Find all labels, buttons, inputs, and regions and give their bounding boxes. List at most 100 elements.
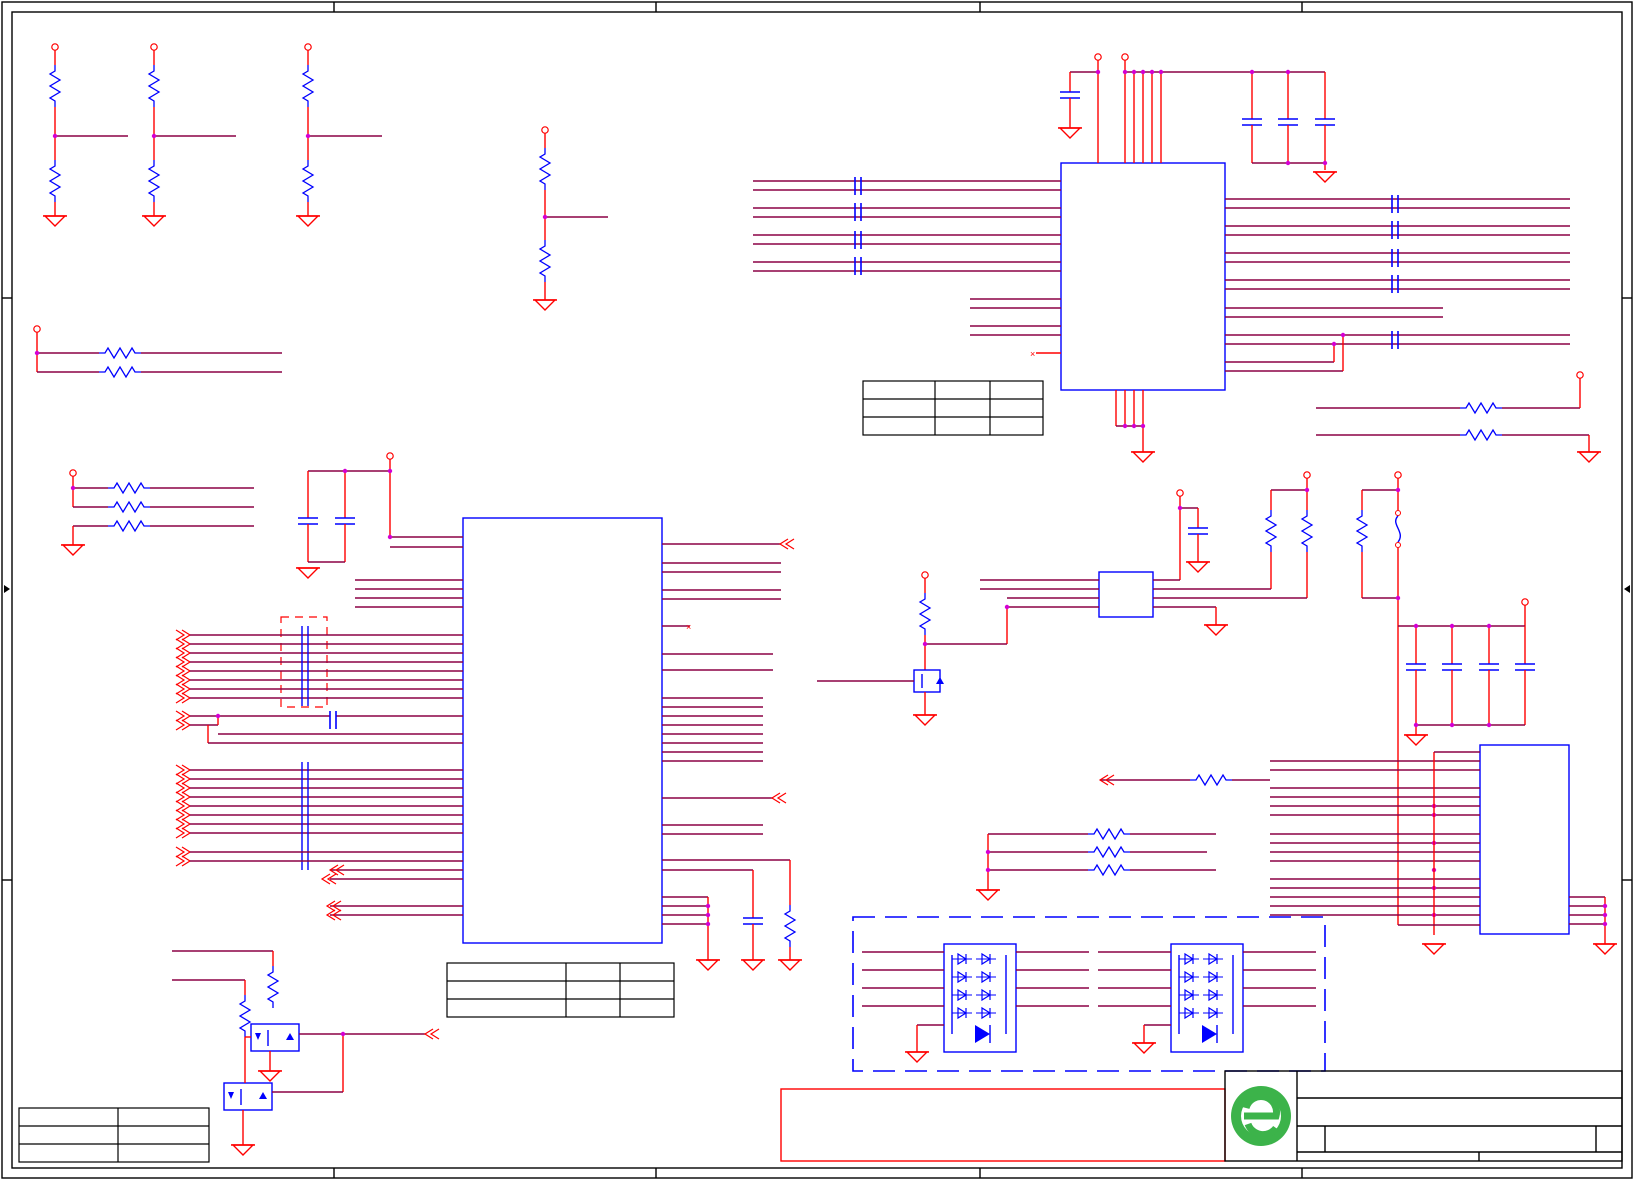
resistor-icon (919, 592, 931, 636)
capacitor-icon (329, 710, 337, 730)
capacitor-icon (1187, 527, 1209, 535)
resistor-icon (1087, 864, 1131, 876)
u1-right-nets: × (662, 538, 803, 971)
offpage-connector-icon (175, 764, 191, 776)
capacitor-icon (334, 517, 356, 525)
capacitor-icon (854, 256, 862, 276)
ground-icon (1130, 451, 1156, 463)
offpage-connector-icon (779, 538, 795, 550)
ground-icon (1185, 561, 1211, 573)
ground-icon (532, 299, 558, 311)
mosfet-switch (817, 571, 944, 726)
power-port-icon (150, 43, 158, 51)
pullup-resistor-pair (33, 325, 282, 378)
ground-icon (42, 215, 68, 227)
power-port-icon (1394, 471, 1402, 479)
ground-icon (1592, 943, 1618, 955)
offpage-connector-icon (424, 1028, 440, 1040)
resistor-icon (148, 64, 160, 108)
u2-bottom-ground (1115, 390, 1156, 463)
power-port-icon (1576, 371, 1584, 379)
offpage-connector-icon (175, 719, 191, 731)
offpage-connector-icon (175, 855, 191, 867)
u2-left-nets: × (753, 176, 1061, 359)
right-pull-resistors (1316, 371, 1602, 463)
junction-dot (215, 713, 221, 719)
resistor-icon (148, 159, 160, 203)
ground-icon (1203, 624, 1229, 636)
resistor-icon (1459, 402, 1503, 414)
power-port-icon (1521, 598, 1529, 606)
ground-icon (1131, 1042, 1157, 1054)
ground-icon (904, 1051, 930, 1063)
offpage-connector-icon (175, 710, 191, 722)
ground-icon (1576, 451, 1602, 463)
resistor-icon (107, 501, 151, 513)
resistor-icon (539, 147, 551, 191)
u2-right-nets (1225, 194, 1570, 372)
offpage-connector-icon (771, 792, 787, 804)
resistor-icon (239, 994, 251, 1038)
u1-bottom-left-nets (321, 864, 463, 921)
offpage-connector-icon (175, 629, 191, 641)
offpage-connector-icon (175, 809, 191, 821)
capacitor-icon (1391, 194, 1399, 214)
offpage-connector-icon (175, 800, 191, 812)
ground-icon (257, 1070, 283, 1082)
power-port-icon (921, 571, 929, 579)
power-port-icon (386, 452, 394, 460)
resistor-icon (302, 159, 314, 203)
config-table-left (18, 1107, 210, 1163)
capacitor-icon (1391, 220, 1399, 240)
capacitor-icon (1314, 118, 1336, 126)
offpage-connector-icon (175, 782, 191, 794)
voltage-divider-4 (532, 126, 608, 311)
resistor-icon (98, 347, 142, 359)
resistor-icon (1087, 846, 1131, 858)
capacitor-icon (297, 517, 319, 525)
series-resistors (975, 828, 1216, 901)
power-port-icon (1176, 489, 1184, 497)
resistor-icon (49, 64, 61, 108)
u1-diff-pairs-b (175, 762, 463, 870)
power-port-icon (1121, 53, 1129, 61)
capacitor-icon (1241, 118, 1263, 126)
resistor-icon (107, 520, 151, 532)
capacitor-icon (1277, 118, 1299, 126)
capacitor-icon (742, 917, 764, 925)
resistor-icon (1459, 429, 1503, 441)
offpage-connector-icon (175, 674, 191, 686)
ground-icon (230, 1144, 256, 1156)
u1-diff-pairs-a (175, 616, 463, 744)
resistor-icon (302, 64, 314, 108)
resistor-icon (1265, 509, 1277, 553)
resistor-icon (1087, 828, 1131, 840)
resistor-icon (49, 159, 61, 203)
title-block (780, 1070, 1623, 1162)
capacitor-icon (854, 176, 862, 196)
ground-icon (1403, 734, 1429, 746)
capacitor-icon (1514, 663, 1536, 671)
resistor-icon (267, 965, 279, 1009)
offpage-connector-icon (175, 818, 191, 830)
u1-decoupling (295, 452, 463, 579)
ground-icon (60, 544, 86, 556)
ic-u3 (1098, 571, 1154, 618)
resistor-icon (1301, 509, 1313, 553)
power-port-icon (1094, 53, 1102, 61)
connector-j1 (1479, 744, 1570, 935)
u3-nets (925, 471, 1313, 645)
svg-text:×: × (1030, 349, 1035, 359)
capacitor-icon (1059, 91, 1081, 99)
capacitor-icon (1405, 663, 1427, 671)
schematic-sheet: × × (1, 1, 1633, 1179)
ground-icon (1057, 127, 1083, 139)
ic-u1 (462, 517, 663, 944)
u2-option-table (862, 380, 1044, 436)
company-logo-icon (1231, 1086, 1291, 1146)
svg-text:×: × (686, 622, 691, 632)
capacitor-icon (1391, 248, 1399, 268)
resistor-icon (107, 482, 151, 494)
power-port-icon (541, 126, 549, 134)
offpage-connector-icon (175, 846, 191, 858)
